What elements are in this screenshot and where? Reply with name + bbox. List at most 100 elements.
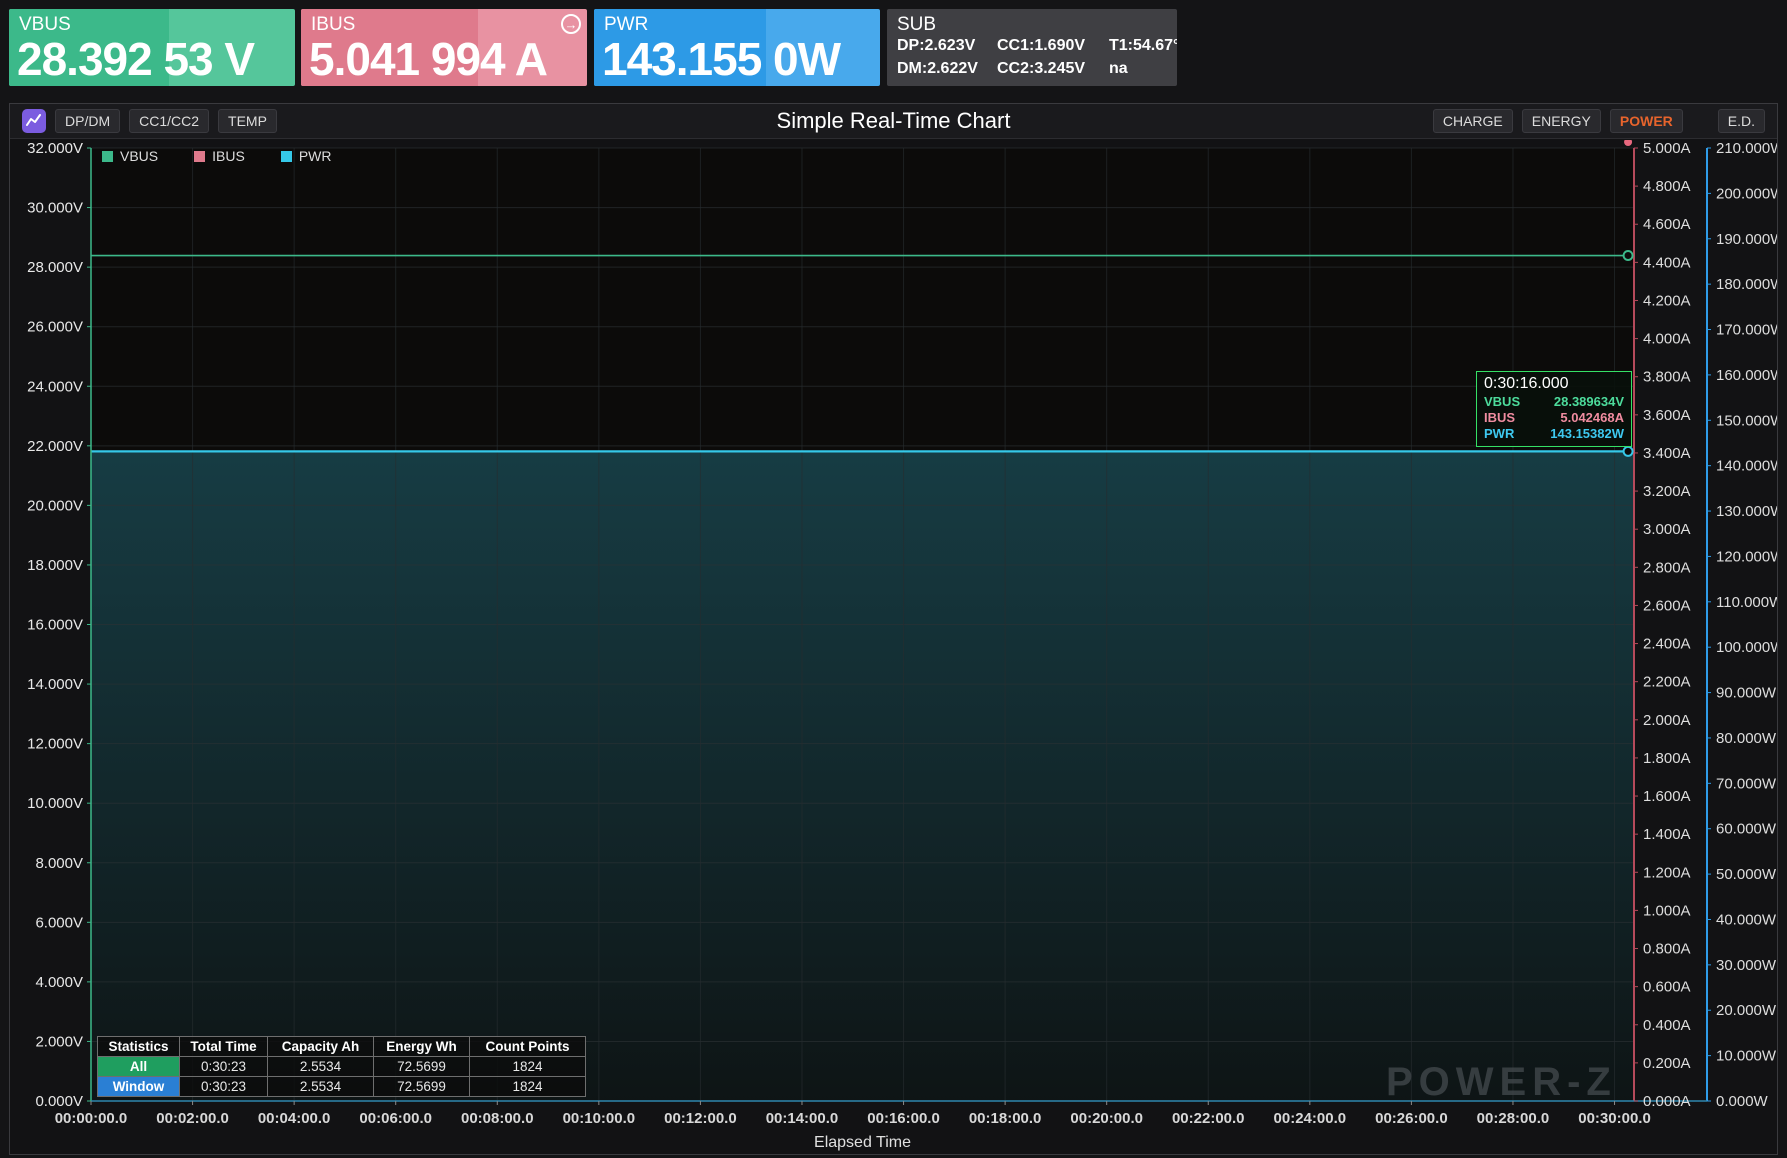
charge-button[interactable]: CHARGE [1432, 109, 1513, 133]
svg-text:0.400A: 0.400A [1643, 1017, 1691, 1034]
svg-text:1.600A: 1.600A [1643, 788, 1691, 805]
svg-text:00:08:00.0: 00:08:00.0 [461, 1110, 534, 1127]
svg-text:100.000W: 100.000W [1716, 639, 1777, 656]
svg-text:00:26:00.0: 00:26:00.0 [1375, 1110, 1448, 1127]
legend-item-pwr[interactable]: PWR [280, 148, 331, 164]
svg-text:00:22:00.0: 00:22:00.0 [1172, 1110, 1245, 1127]
tooltip-row-vbus: VBUS 28.389634V [1484, 394, 1624, 409]
tab-cc1-cc2[interactable]: CC1/CC2 [129, 109, 210, 133]
pwr-swatch-icon [280, 150, 292, 162]
svg-text:2.800A: 2.800A [1643, 559, 1691, 576]
chart-toolbar: DP/DM CC1/CC2 TEMP Simple Real-Time Char… [10, 104, 1777, 139]
svg-text:80.000W: 80.000W [1716, 730, 1777, 747]
svg-text:6.000V: 6.000V [35, 914, 83, 931]
svg-text:4.200A: 4.200A [1643, 292, 1691, 309]
powerz-watermark: POWER-Z [1386, 1060, 1617, 1104]
pwr-meter-tile[interactable]: PWR 143.155 0W [594, 9, 880, 86]
chart-panel: DP/DM CC1/CC2 TEMP Simple Real-Time Char… [9, 103, 1778, 1155]
svg-text:3.200A: 3.200A [1643, 483, 1691, 500]
svg-text:30.000V: 30.000V [27, 200, 83, 217]
svg-text:00:10:00.0: 00:10:00.0 [563, 1110, 636, 1127]
svg-text:14.000V: 14.000V [27, 676, 83, 693]
svg-text:2.400A: 2.400A [1643, 636, 1691, 653]
svg-text:00:12:00.0: 00:12:00.0 [664, 1110, 737, 1127]
svg-text:0.800A: 0.800A [1643, 941, 1691, 958]
svg-text:0.200A: 0.200A [1643, 1055, 1691, 1072]
svg-text:3.400A: 3.400A [1643, 445, 1691, 462]
svg-text:4.600A: 4.600A [1643, 216, 1691, 233]
cc2-voltage: CC2:3.245V [997, 60, 1086, 77]
svg-text:1.800A: 1.800A [1643, 750, 1691, 767]
energy-button[interactable]: ENERGY [1521, 109, 1601, 133]
sub-readouts: DP:2.623V CC1:1.690V T1:54.67°C DM:2.622… [897, 37, 1177, 83]
svg-text:210.000W: 210.000W [1716, 140, 1777, 157]
sub-row-1: DP:2.623V CC1:1.690V T1:54.67°C [897, 37, 1177, 55]
svg-text:0.000V: 0.000V [35, 1093, 83, 1110]
power-button[interactable]: POWER [1609, 109, 1683, 133]
tooltip-time: 0:30:16.000 [1484, 375, 1569, 392]
svg-text:00:20:00.0: 00:20:00.0 [1070, 1110, 1143, 1127]
svg-text:4.000A: 4.000A [1643, 331, 1691, 348]
svg-text:00:16:00.0: 00:16:00.0 [867, 1110, 940, 1127]
cc1-voltage: CC1:1.690V [997, 37, 1086, 54]
tooltip-row-ibus: IBUS 5.042468A [1484, 409, 1624, 425]
vbus-meter-tile[interactable]: VBUS 28.392 53 V [9, 9, 295, 86]
svg-text:00:24:00.0: 00:24:00.0 [1274, 1110, 1347, 1127]
ibus-meter-tile[interactable]: IBUS → 5.041 994 A [301, 9, 587, 86]
ibus-value: 5.041 994 A [309, 33, 548, 86]
sub-label: SUB [897, 14, 937, 35]
sub-row-2: DM:2.622V CC2:3.245V na [897, 60, 1177, 78]
svg-text:32.000V: 32.000V [27, 140, 83, 157]
svg-text:140.000W: 140.000W [1716, 458, 1777, 475]
svg-text:190.000W: 190.000W [1716, 231, 1777, 248]
svg-text:Elapsed Time: Elapsed Time [814, 1134, 911, 1151]
svg-text:12.000V: 12.000V [27, 736, 83, 753]
svg-text:1.200A: 1.200A [1643, 864, 1691, 881]
legend-item-ibus[interactable]: IBUS [194, 148, 245, 164]
svg-text:150.000W: 150.000W [1716, 412, 1777, 429]
dm-voltage: DM:2.622V [897, 60, 978, 77]
ed-button[interactable]: E.D. [1717, 109, 1765, 133]
svg-text:8.000V: 8.000V [35, 855, 83, 872]
svg-text:0.000W: 0.000W [1716, 1093, 1769, 1110]
ibus-swatch-icon [194, 150, 206, 162]
svg-text:20.000V: 20.000V [27, 497, 83, 514]
svg-text:00:28:00.0: 00:28:00.0 [1477, 1110, 1550, 1127]
stats-row-all: All 0:30:23 2.5534 72.5699 1824 [97, 1056, 586, 1077]
legend-item-vbus[interactable]: VBUS [102, 148, 158, 164]
stats-window-badge: Window [97, 1076, 180, 1097]
chart-title: Simple Real-Time Chart [776, 108, 1011, 133]
svg-text:00:02:00.0: 00:02:00.0 [156, 1110, 229, 1127]
tab-dp-dm[interactable]: DP/DM [55, 109, 121, 133]
cursor-tooltip: 0:30:16.000 VBUS 28.389634V IBUS 5.04246… [1476, 371, 1632, 447]
stats-row-window: Window 0:30:23 2.5534 72.5699 1824 [97, 1076, 586, 1097]
svg-text:0.600A: 0.600A [1643, 979, 1691, 996]
sub-readouts-tile[interactable]: SUB DP:2.623V CC1:1.690V T1:54.67°C DM:2… [887, 9, 1177, 86]
svg-text:00:06:00.0: 00:06:00.0 [359, 1110, 432, 1127]
svg-text:2.000V: 2.000V [35, 1033, 83, 1050]
svg-text:00:04:00.0: 00:04:00.0 [258, 1110, 331, 1127]
svg-text:00:18:00.0: 00:18:00.0 [969, 1110, 1042, 1127]
stats-header-row: Statistics Total Time Capacity Ah Energy… [97, 1036, 586, 1057]
realtime-chart-svg[interactable]: 0.000V 2.000V 4.000V 6.000V 8.000V 10.000V 12.… [10, 140, 1777, 1155]
svg-text:30.000W: 30.000W [1716, 957, 1777, 974]
vbus-value: 28.392 53 V [17, 33, 255, 86]
svg-text:10.000W: 10.000W [1716, 1048, 1777, 1065]
t2-temperature: na [1109, 60, 1128, 77]
svg-text:120.000W: 120.000W [1716, 548, 1777, 565]
chart-app-icon[interactable] [22, 109, 46, 133]
svg-text:2.000A: 2.000A [1643, 712, 1691, 729]
svg-text:3.000A: 3.000A [1643, 521, 1691, 538]
svg-text:170.000W: 170.000W [1716, 322, 1777, 339]
chart-plot-area[interactable]: 0.000V 2.000V 4.000V 6.000V 8.000V 10.000V 12.… [10, 140, 1777, 1154]
stats-all-badge: All [97, 1056, 180, 1077]
t1-temperature: T1:54.67°C [1109, 37, 1177, 54]
tab-temp[interactable]: TEMP [218, 109, 277, 133]
current-direction-icon[interactable]: → [561, 14, 581, 34]
svg-text:4.800A: 4.800A [1643, 178, 1691, 195]
svg-text:110.000W: 110.000W [1716, 594, 1777, 611]
svg-text:3.800A: 3.800A [1643, 369, 1691, 386]
svg-text:00:30:00.0: 00:30:00.0 [1578, 1110, 1651, 1127]
svg-text:200.000W: 200.000W [1716, 185, 1777, 202]
svg-text:16.000V: 16.000V [27, 617, 83, 634]
